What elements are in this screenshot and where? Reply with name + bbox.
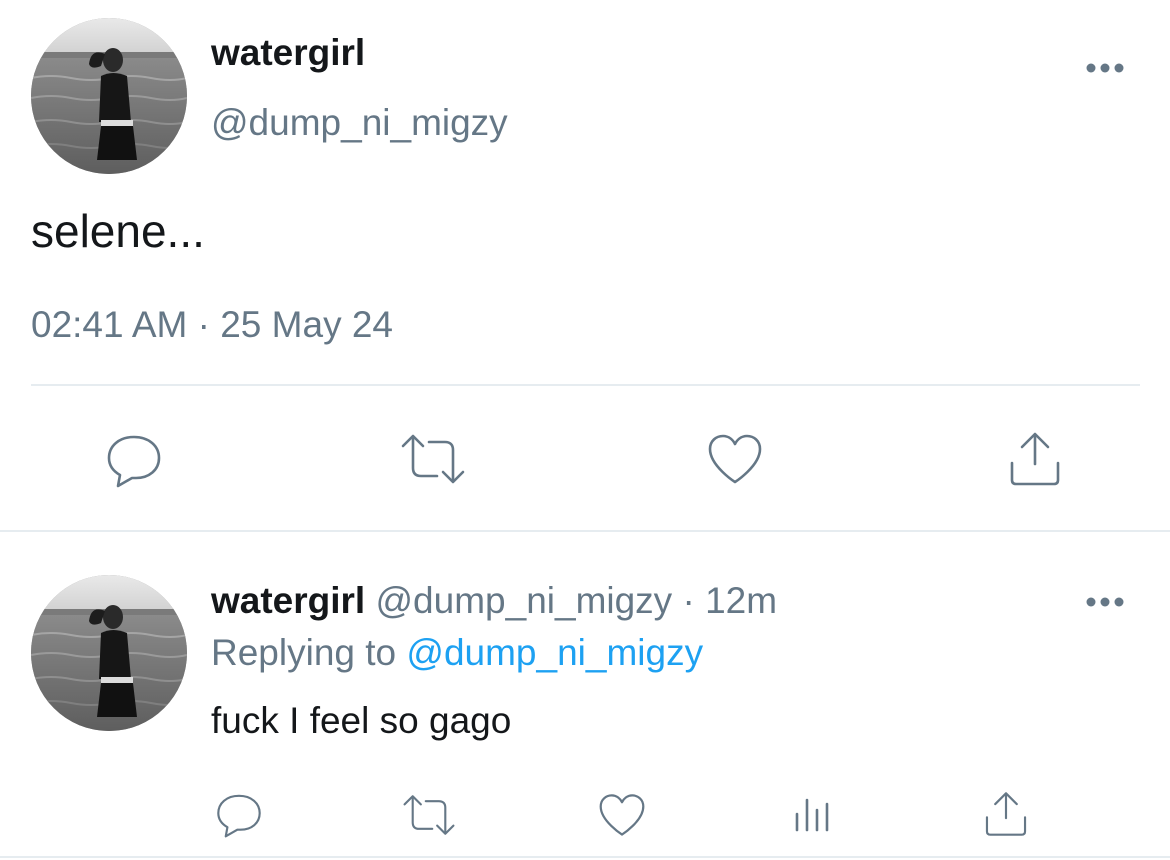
analytics-icon[interactable] — [792, 792, 836, 836]
divider — [31, 384, 1140, 386]
tweet-text: fuck I feel so gago — [211, 700, 512, 741]
reply-header: watergirl @dump_ni_migzy · 12m — [211, 580, 777, 622]
more-horizontal-icon[interactable] — [1085, 62, 1125, 74]
retweet-icon[interactable] — [400, 793, 458, 837]
share-icon[interactable] — [982, 790, 1030, 838]
reply-icon[interactable] — [214, 790, 264, 838]
tweet-time[interactable]: 02:41 AM — [31, 304, 187, 345]
divider — [0, 530, 1170, 532]
tweet-date[interactable]: 25 May 24 — [220, 304, 393, 345]
user-handle[interactable]: @dump_ni_migzy — [211, 102, 508, 144]
avatar-photo — [31, 18, 187, 174]
display-name[interactable]: watergirl — [211, 580, 365, 621]
replying-to-handle[interactable]: @dump_ni_migzy — [406, 632, 703, 673]
avatar-photo — [31, 575, 187, 731]
share-icon[interactable] — [1006, 430, 1064, 488]
divider — [0, 856, 1170, 858]
retweet-icon[interactable] — [399, 432, 467, 486]
avatar[interactable] — [31, 18, 187, 174]
display-name[interactable]: watergirl — [211, 32, 365, 74]
like-icon[interactable] — [597, 792, 647, 838]
timestamp-separator: · — [197, 304, 210, 345]
like-icon[interactable] — [706, 432, 764, 486]
tweet-timestamp: 02:41 AM · 25 May 24 — [31, 304, 393, 346]
timestamp-separator: · — [682, 580, 695, 621]
user-handle[interactable]: @dump_ni_migzy — [376, 580, 673, 621]
reply-icon[interactable] — [105, 430, 163, 488]
tweet-text: selene... — [31, 205, 205, 257]
replying-to: Replying to @dump_ni_migzy — [211, 632, 703, 674]
replying-to-label: Replying to — [211, 632, 397, 673]
tweet-age[interactable]: 12m — [705, 580, 777, 621]
avatar[interactable] — [31, 575, 187, 731]
more-horizontal-icon[interactable] — [1085, 596, 1125, 608]
